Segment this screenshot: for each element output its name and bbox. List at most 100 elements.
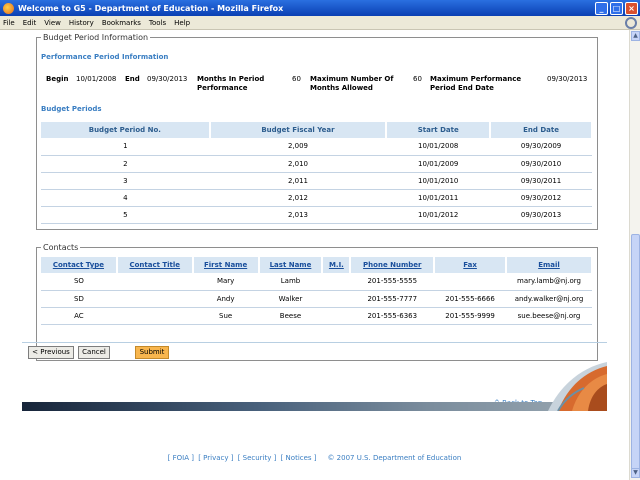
menu-history[interactable]: History (69, 19, 94, 27)
phone-cell: 201-555-5555 (350, 273, 435, 291)
minimize-button[interactable]: _ (595, 1, 608, 15)
table-row: SD Andy Walker 201-555-7777 201-555-6666… (41, 290, 592, 308)
column-header-contact-title[interactable]: Contact Title (116, 257, 194, 273)
months-label-2: Performance (197, 84, 248, 92)
max-perf-value: 09/30/2013 (547, 75, 588, 83)
end-value: 09/30/2013 (147, 75, 188, 83)
table-row: 5 2,013 10/01/2012 09/30/2013 (41, 206, 592, 224)
max-months-label: Maximum Number Of (310, 75, 394, 83)
last-name-cell: Lamb (258, 273, 323, 291)
mi-cell (322, 307, 351, 325)
column-header-start-date: Start Date (386, 122, 492, 138)
menu-bar: File Edit View History Bookmarks Tools H… (0, 16, 640, 30)
end-date-cell: 09/30/2013 (490, 206, 592, 224)
max-perf-label-2: Period End Date (430, 84, 494, 92)
menu-bookmarks[interactable]: Bookmarks (102, 19, 141, 27)
footer-link-foia[interactable]: [ FOIA ] (168, 454, 194, 462)
months-label: Months In Period (197, 75, 265, 83)
email-cell: mary.lamb@nj.org (506, 273, 592, 291)
window-titlebar: Welcome to G5 - Department of Education … (0, 0, 640, 16)
fax-cell: 201-555-6666 (434, 290, 506, 308)
fiscal-year-cell: 2,009 (209, 138, 387, 156)
scrollbar-thumb[interactable] (631, 234, 640, 470)
decorative-corner-image (544, 362, 607, 411)
last-name-cell: Beese (258, 307, 323, 325)
fiscal-year-cell: 2,013 (209, 206, 387, 224)
email-cell: sue.beese@nj.org (506, 307, 592, 325)
budget-periods-title: Budget Periods (41, 105, 102, 113)
table-row: 2 2,010 10/01/2009 09/30/2010 (41, 155, 592, 173)
fiscal-year-cell: 2,012 (209, 189, 387, 207)
period-no-cell: 3 (41, 172, 210, 190)
cancel-button[interactable]: Cancel (78, 346, 110, 359)
table-row: 3 2,011 10/01/2010 09/30/2011 (41, 172, 592, 190)
vertical-scrollbar[interactable]: ▲ ▼ (629, 30, 640, 480)
scroll-down-arrow-icon[interactable]: ▼ (631, 468, 640, 478)
footer-band (22, 402, 607, 411)
first-name-cell: Andy (192, 290, 259, 308)
fiscal-year-cell: 2,011 (209, 172, 387, 190)
page-viewport: Budget Period Information Performance Pe… (0, 30, 629, 480)
fiscal-year-cell: 2,010 (209, 155, 387, 173)
column-header-budget-fiscal-year: Budget Fiscal Year (209, 122, 388, 138)
maximize-button[interactable]: □ (610, 1, 623, 15)
window-title: Welcome to G5 - Department of Education … (18, 3, 284, 13)
page-footer: [ FOIA ] [ Privacy ] [ Security ] [ Noti… (0, 454, 629, 462)
end-date-cell: 09/30/2011 (490, 172, 592, 190)
close-button[interactable]: × (625, 1, 638, 15)
menu-tools[interactable]: Tools (149, 19, 166, 27)
table-row: 1 2,009 10/01/2008 09/30/2009 (41, 138, 592, 156)
contacts-header-row: Contact Type Contact Title First Name La… (41, 257, 593, 273)
table-row: AC Sue Beese 201-555-6363 201-555-9999 s… (41, 307, 592, 325)
table-row: SO Mary Lamb 201-555-5555 mary.lamb@nj.o… (41, 273, 592, 291)
budget-periods-table: Budget Period No. Budget Fiscal Year Sta… (41, 122, 593, 224)
column-header-contact-type[interactable]: Contact Type (41, 257, 118, 273)
months-value: 60 (292, 75, 301, 83)
firefox-logo-icon (3, 2, 14, 14)
footer-link-security[interactable]: [ Security ] (238, 454, 277, 462)
contact-type-cell: SD (41, 290, 117, 308)
menu-help[interactable]: Help (174, 19, 190, 27)
previous-button[interactable]: < Previous (28, 346, 74, 359)
contact-title-cell (116, 290, 193, 308)
section-divider (22, 342, 607, 343)
period-no-cell: 5 (41, 206, 210, 224)
menu-file[interactable]: File (3, 19, 15, 27)
start-date-cell: 10/01/2008 (386, 138, 491, 156)
column-header-last-name[interactable]: Last Name (258, 257, 324, 273)
mi-cell (322, 273, 351, 291)
column-header-mi[interactable]: M.I. (322, 257, 352, 273)
first-name-cell: Mary (192, 273, 259, 291)
period-no-cell: 2 (41, 155, 210, 173)
end-date-cell: 09/30/2010 (490, 155, 592, 173)
start-date-cell: 10/01/2009 (386, 155, 491, 173)
end-date-cell: 09/30/2009 (490, 138, 592, 156)
phone-cell: 201-555-7777 (350, 290, 435, 308)
submit-button[interactable]: Submit (135, 346, 169, 359)
column-header-phone-number[interactable]: Phone Number (350, 257, 436, 273)
fax-cell (434, 273, 506, 291)
max-months-label-2: Months Allowed (310, 84, 373, 92)
column-header-budget-period-no: Budget Period No. (41, 122, 211, 138)
column-header-email[interactable]: Email (506, 257, 593, 273)
max-months-value: 60 (413, 75, 422, 83)
column-header-fax[interactable]: Fax (434, 257, 507, 273)
first-name-cell: Sue (192, 307, 259, 325)
scroll-up-arrow-icon[interactable]: ▲ (631, 31, 640, 41)
column-header-first-name[interactable]: First Name (192, 257, 260, 273)
email-cell: andy.walker@nj.org (506, 290, 592, 308)
fax-cell: 201-555-9999 (434, 307, 506, 325)
last-name-cell: Walker (258, 290, 323, 308)
start-date-cell: 10/01/2011 (386, 189, 491, 207)
menu-view[interactable]: View (44, 19, 61, 27)
max-perf-label: Maximum Performance (430, 75, 522, 83)
throbber-icon (625, 17, 637, 29)
end-date-cell: 09/30/2012 (490, 189, 592, 207)
column-header-end-date: End Date (490, 122, 593, 138)
begin-label: Begin (46, 75, 69, 83)
start-date-cell: 10/01/2012 (386, 206, 491, 224)
footer-link-notices[interactable]: [ Notices ] (281, 454, 317, 462)
footer-link-privacy[interactable]: [ Privacy ] (198, 454, 233, 462)
menu-edit[interactable]: Edit (23, 19, 37, 27)
period-no-cell: 4 (41, 189, 210, 207)
